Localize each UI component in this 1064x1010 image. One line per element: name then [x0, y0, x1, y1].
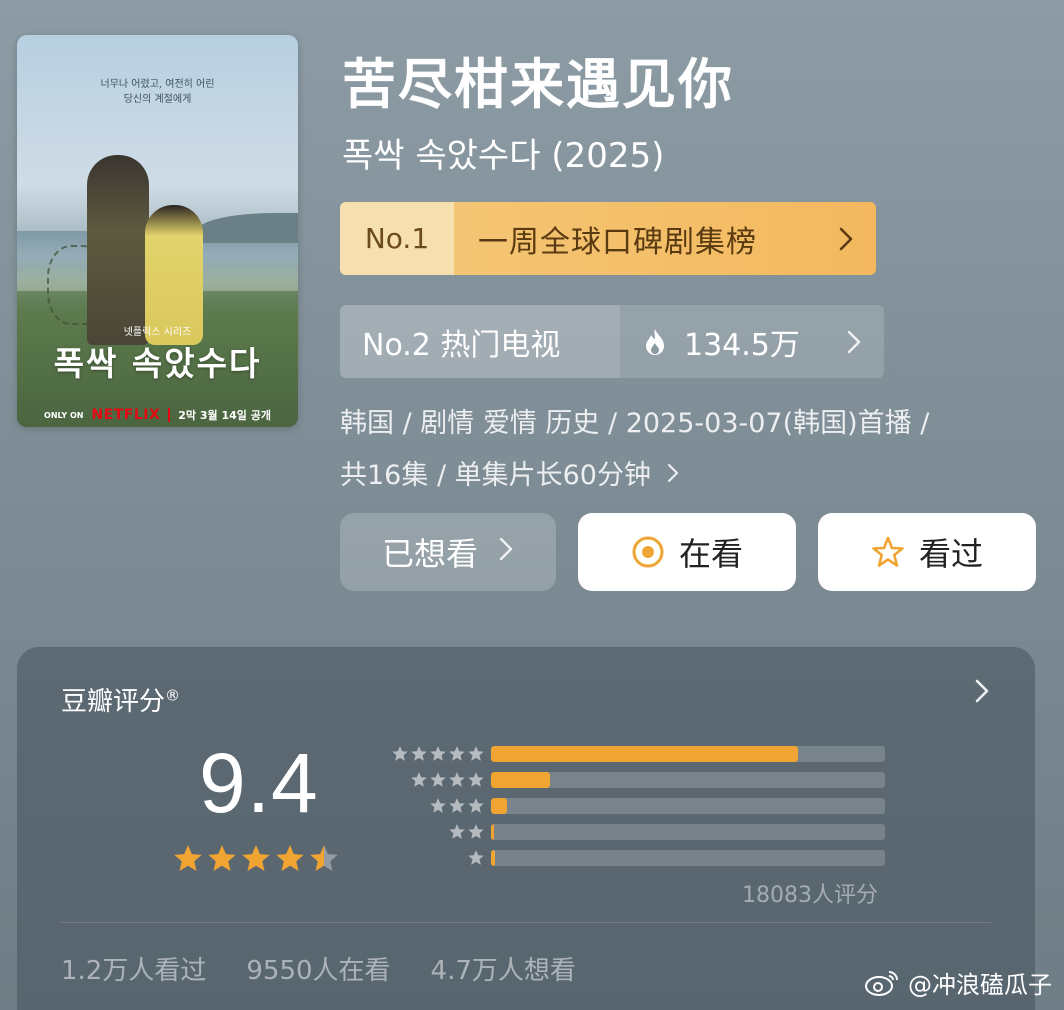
- star-icon: [242, 845, 270, 871]
- watching-button[interactable]: 在看: [578, 513, 796, 591]
- star-icon: [468, 798, 484, 813]
- star-icon: [276, 845, 304, 871]
- star-icon: [449, 746, 465, 761]
- target-icon: [632, 536, 664, 568]
- stat-watching[interactable]: 9550人在看: [246, 950, 390, 987]
- rating-title-text: 豆瓣评分: [61, 687, 166, 717]
- stat-wished[interactable]: 4.7万人想看: [431, 950, 576, 987]
- page-title: 苦尽柑来遇见你: [342, 53, 734, 116]
- star-icon: [392, 746, 408, 761]
- hot-tv-rank: No.2 热门电视: [340, 305, 620, 378]
- watch-stats: 1.2万人看过 9550人在看 4.7万人想看: [61, 950, 576, 987]
- poster-footer: ONLY ON NETFLIX 2막 3월 14일 공개: [17, 407, 298, 423]
- distribution-row: [373, 819, 885, 845]
- rating-title: 豆瓣评分®: [61, 681, 180, 718]
- distribution-stars: [373, 745, 485, 763]
- meta-line-genres: 韩国 / 剧情 爱情 历史 / 2025-03-07(韩国)首播 /: [340, 408, 930, 439]
- star-icon: [449, 824, 465, 839]
- star-icon: [208, 845, 236, 871]
- poster-image[interactable]: 너무나 어렸고, 여전히 어린 당신의 계절에게 넷플릭스 시리즈 폭싹 속았수…: [17, 35, 298, 427]
- registered-mark: ®: [165, 686, 181, 705]
- poster-tagline-line1: 너무나 어렸고, 여전히 어린: [100, 79, 215, 90]
- distribution-stars: [373, 771, 485, 789]
- star-icon: [430, 772, 446, 787]
- rank-badge-hot-tv[interactable]: No.2 热门电视 134.5万: [340, 305, 884, 378]
- poster-only-on: ONLY ON: [44, 410, 84, 420]
- watched-label: 看过: [918, 535, 983, 573]
- rating-count: 18083人评分: [742, 883, 878, 908]
- distribution-bar-fill: [491, 798, 507, 814]
- distribution-stars: [373, 849, 485, 867]
- distribution-bar-track: [491, 772, 885, 788]
- distribution-bar-track: [491, 798, 885, 814]
- star-icon: [430, 746, 446, 761]
- poster-title: 폭싹 속았수다: [53, 344, 262, 383]
- chevron-right-icon[interactable]: [973, 677, 991, 713]
- watermark: @冲浪磕瓜子: [864, 965, 1052, 1000]
- watching-label: 在看: [678, 535, 743, 573]
- star-icon: [468, 824, 484, 839]
- chevron-right-icon: [824, 305, 884, 378]
- poster-divider: [168, 408, 171, 422]
- star-icon: [174, 845, 202, 871]
- chevron-right-icon: [666, 462, 680, 490]
- original-title: 폭싹 속았수다 (2025): [342, 136, 665, 176]
- meta-episodes-text: 共16集 / 单集片长60分钟: [340, 460, 651, 491]
- rating-score: 9.4: [199, 736, 319, 830]
- wished-label: 已想看: [381, 535, 478, 573]
- poster-release: 2막 3월 14일 공개: [178, 409, 271, 422]
- chevron-right-icon: [816, 202, 876, 275]
- distribution-row: [373, 793, 885, 819]
- distribution-bar-fill: [491, 772, 551, 788]
- star-icon: [411, 772, 427, 787]
- distribution-bar-track: [491, 850, 885, 866]
- meta-line-episodes: 共16集 / 单集片长60分钟: [340, 450, 1030, 502]
- poster-series-label: 넷플릭스 시리즈: [123, 327, 192, 338]
- heat-value-group: 134.5万: [620, 305, 824, 378]
- distribution-bar-track: [491, 746, 885, 762]
- stat-watched[interactable]: 1.2万人看过: [61, 950, 206, 987]
- weibo-icon: [865, 970, 898, 996]
- rating-distribution: [373, 741, 885, 871]
- distribution-row: [373, 767, 885, 793]
- rank-number: No.1: [340, 202, 454, 275]
- netflix-logo: NETFLIX: [91, 407, 161, 423]
- star-icon: [411, 746, 427, 761]
- poster-tagline: 너무나 어렸고, 여전히 어린 당신의 계절에게: [17, 77, 298, 107]
- distribution-bar-track: [491, 824, 885, 840]
- poster-tagline-line2: 당신의 계절에게: [123, 94, 192, 105]
- distribution-row: [373, 845, 885, 871]
- divider: [61, 922, 991, 923]
- rank-list-name: 一周全球口碑剧集榜: [478, 224, 757, 260]
- star-icon: [310, 845, 338, 871]
- star-icon: [468, 746, 484, 761]
- distribution-bar-fill: [491, 850, 495, 866]
- star-icon: [449, 798, 465, 813]
- distribution-stars: [373, 797, 485, 815]
- watermark-text: @冲浪磕瓜子: [908, 971, 1052, 999]
- wished-button[interactable]: 已想看: [340, 513, 556, 591]
- star-outline-icon: [872, 536, 904, 567]
- distribution-bar-fill: [491, 746, 799, 762]
- chevron-right-icon: [498, 536, 514, 569]
- star-icon: [468, 772, 484, 787]
- rank-badge-weekly-global[interactable]: No.1 一周全球口碑剧集榜: [340, 202, 876, 275]
- star-icon: [430, 798, 446, 813]
- rating-stars: [172, 843, 340, 875]
- distribution-stars: [373, 823, 485, 841]
- watched-button[interactable]: 看过: [818, 513, 1036, 591]
- star-icon: [468, 850, 484, 865]
- flame-icon: [646, 328, 664, 355]
- poster-hill: [197, 213, 298, 243]
- distribution-row: [373, 741, 885, 767]
- rating-panel[interactable]: 豆瓣评分® 9.4 18083人评分 1.2万人看过 9550人在看 4.7万人…: [17, 647, 1035, 1010]
- heat-value: 134.5万: [684, 327, 800, 363]
- show-meta[interactable]: 韩国 / 剧情 爱情 历史 / 2025-03-07(韩国)首播 / 共16集 …: [340, 398, 1030, 502]
- poster-figure-man: [87, 155, 149, 345]
- star-icon: [449, 772, 465, 787]
- distribution-bar-fill: [491, 824, 495, 840]
